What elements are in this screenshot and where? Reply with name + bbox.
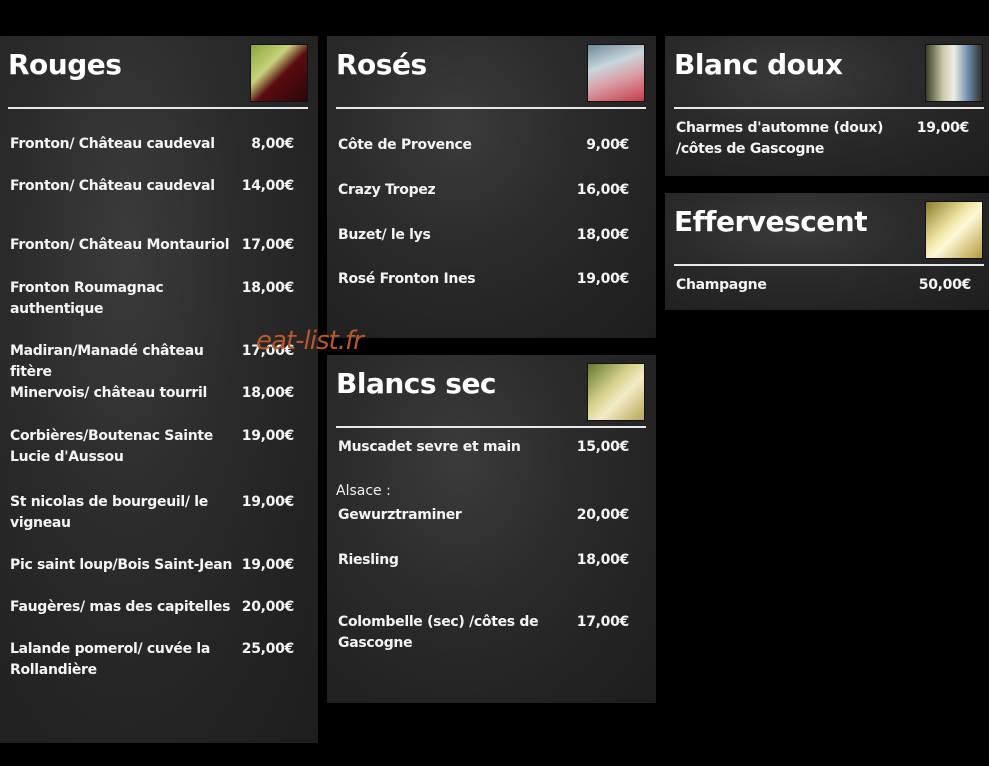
blancs-sec-title: Blancs sec <box>336 367 497 400</box>
red-wine-glass-photo <box>250 44 308 102</box>
wine-price: 17,00€ <box>241 237 295 253</box>
wine-price: 25,00€ <box>241 641 295 657</box>
wine-name: Fronton/ Château caudeval <box>10 178 215 194</box>
wine-name: Champagne <box>676 277 767 293</box>
rouges-title: Rouges <box>8 48 122 81</box>
wine-name: Muscadet sevre et main <box>338 439 521 455</box>
watermark: eat-list.fr <box>256 326 364 356</box>
white-wine-bottle-photo <box>925 44 983 102</box>
wine-name: Rosé Fronton Ines <box>338 271 476 287</box>
wine-name: Riesling <box>338 552 399 568</box>
rose-wine-pour-photo <box>587 44 645 102</box>
wine-price: 19,00€ <box>916 120 970 136</box>
wine-price: 9,00€ <box>586 137 629 153</box>
wine-name: Corbières/Boutenac Sainte Lucie d'Aussou <box>10 428 213 465</box>
wine-price: 18,00€ <box>576 552 630 568</box>
champagne-glass-photo <box>925 201 983 259</box>
wine-price: 18,00€ <box>241 280 295 296</box>
wine-price: 19,00€ <box>241 428 295 444</box>
wine-name: Fronton/ Château caudeval <box>10 136 215 152</box>
blancs-sec-divider <box>336 426 646 428</box>
effervescent-divider <box>674 264 984 266</box>
wine-name: Fronton Roumagnac authentique <box>10 280 164 317</box>
roses-board: Rosés Côte de Provence 9,00€ Crazy Tropez 1… <box>327 36 656 338</box>
wine-name: Côte de Provence <box>338 137 472 153</box>
wine-name: Pic saint loup/Bois Saint-Jean <box>10 557 233 573</box>
wine-name: St nicolas de bourgeuil/ le vigneau <box>10 494 208 531</box>
wine-price: 8,00€ <box>251 136 294 152</box>
roses-divider <box>336 107 646 109</box>
wine-name: Colombelle (sec) /côtes de Gascogne <box>338 614 539 651</box>
wine-name: Crazy Tropez <box>338 182 436 198</box>
rouges-divider <box>8 107 308 109</box>
wine-price: 20,00€ <box>241 599 295 615</box>
white-wine-glass-photo <box>587 363 645 421</box>
wine-price: 18,00€ <box>576 227 630 243</box>
effervescent-title: Effervescent <box>674 205 868 238</box>
blanc-doux-board: Blanc doux Charmes d'automne (doux) /côt… <box>665 36 989 176</box>
wine-name: Charmes d'automne (doux) /côtes de Gasco… <box>676 120 884 157</box>
wine-name: Minervois/ château tourril <box>10 385 208 401</box>
wine-price: 18,00€ <box>241 385 295 401</box>
wine-name: Fronton/ Château Montauriol <box>10 237 230 253</box>
wine-name: Faugères/ mas des capitelles <box>10 599 231 615</box>
wine-name: Buzet/ le lys <box>338 227 431 243</box>
wine-name: Madiran/Manadé château fitère <box>10 343 204 380</box>
wine-price: 19,00€ <box>241 557 295 573</box>
alsace-subheading: Alsace : <box>336 483 391 499</box>
wine-price: 19,00€ <box>241 494 295 510</box>
wine-name: Gewurztraminer <box>338 507 462 523</box>
wine-price: 19,00€ <box>576 271 630 287</box>
roses-title: Rosés <box>336 48 427 81</box>
blancs-sec-board: Blancs sec Alsace : Muscadet sevre et ma… <box>327 355 656 703</box>
wine-price: 14,00€ <box>241 178 295 194</box>
wine-price: 16,00€ <box>576 182 630 198</box>
blanc-doux-divider <box>674 107 984 109</box>
wine-price: 17,00€ <box>576 614 630 630</box>
effervescent-board: Effervescent Champagne 50,00€ <box>665 193 989 310</box>
blanc-doux-title: Blanc doux <box>674 48 843 81</box>
wine-price: 15,00€ <box>576 439 630 455</box>
wine-name: Lalande pomerol/ cuvée la Rollandière <box>10 641 211 678</box>
rouges-board: Rouges Fronton/ Château caudeval 8,00€ Fro… <box>0 36 318 743</box>
wine-price: 20,00€ <box>576 507 630 523</box>
wine-price: 50,00€ <box>918 277 972 293</box>
